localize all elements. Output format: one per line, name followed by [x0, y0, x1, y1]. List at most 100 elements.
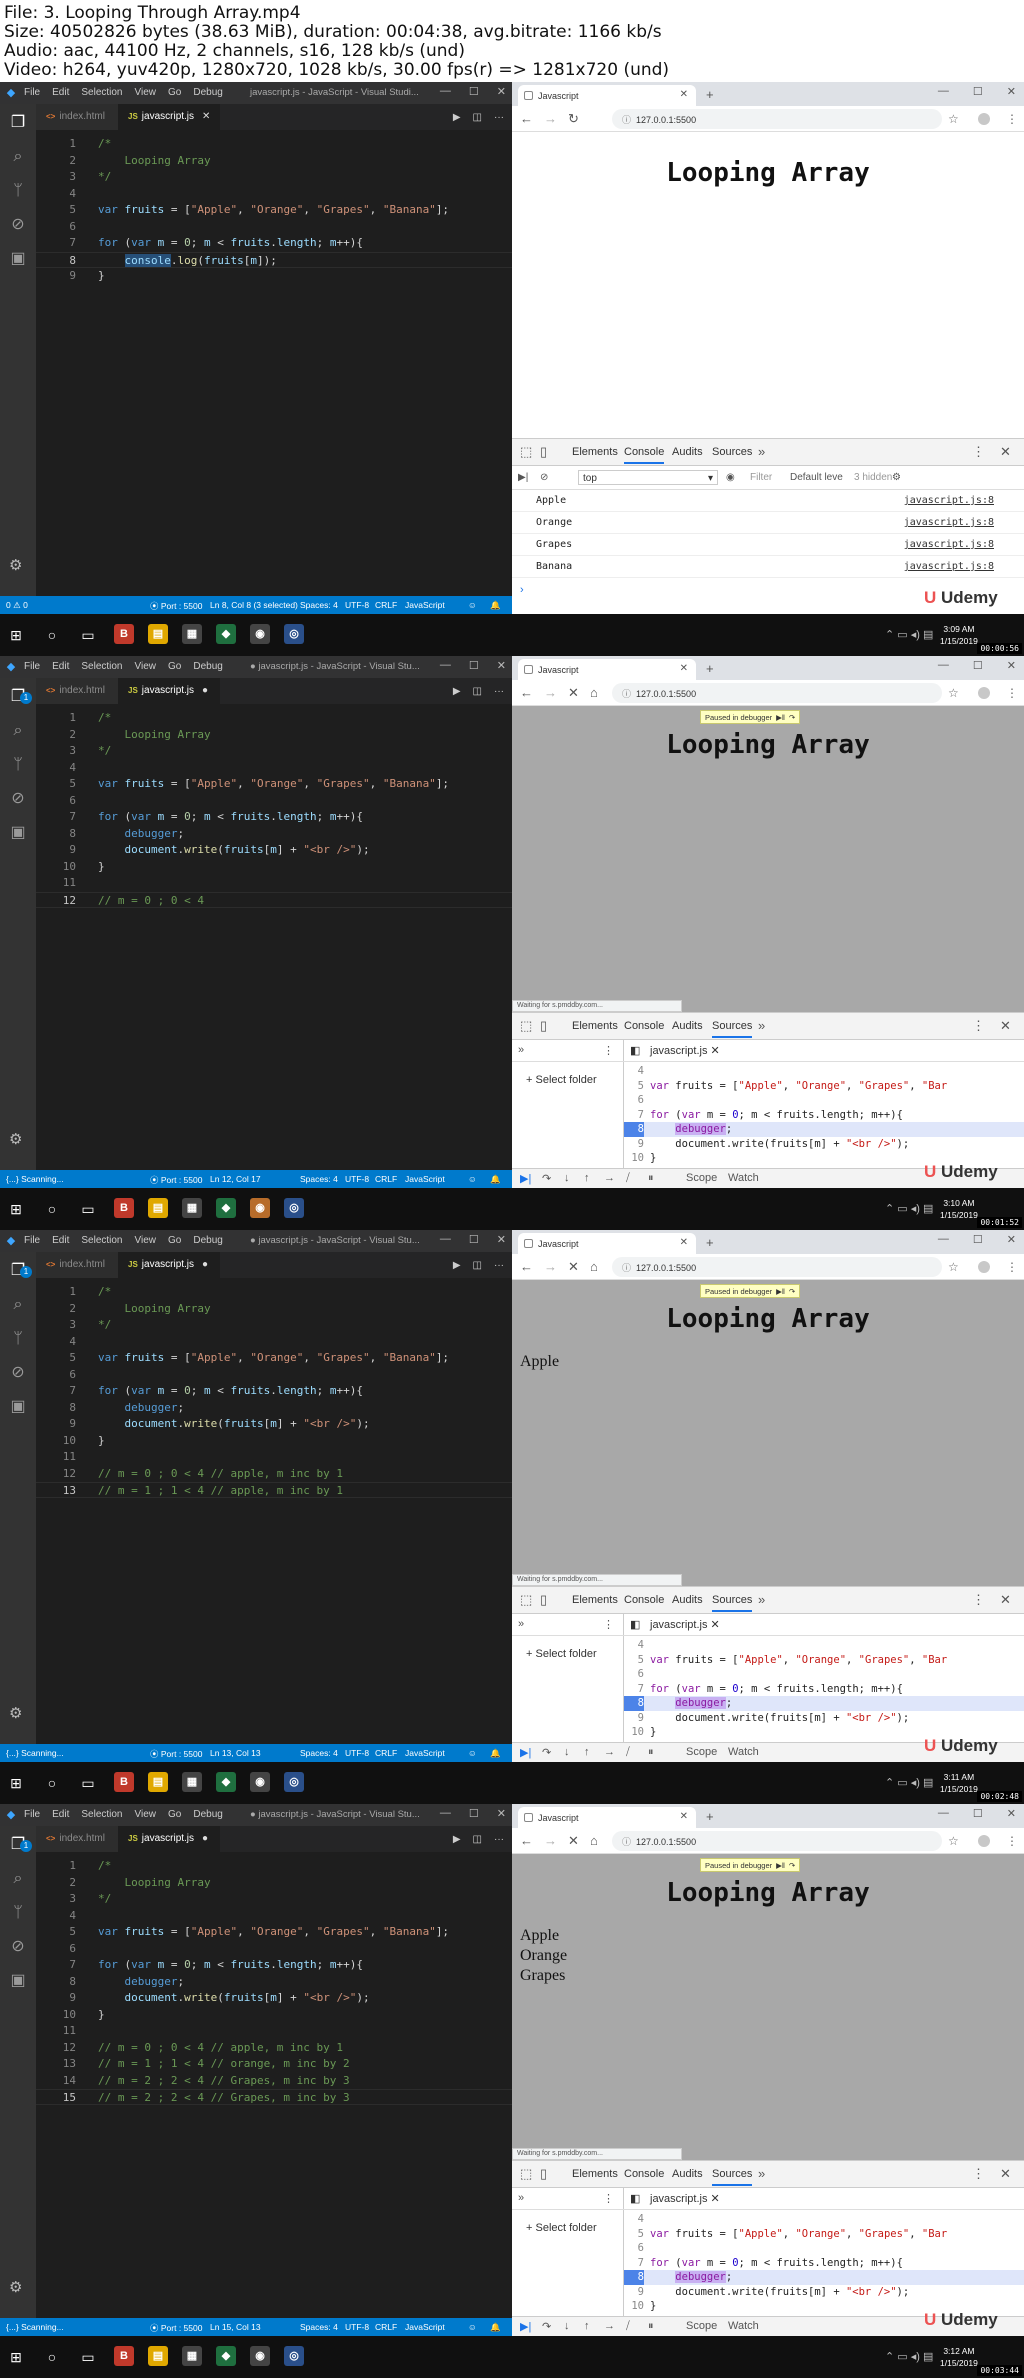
source-line-number[interactable]: 10 — [624, 2299, 644, 2314]
close-tab-icon[interactable]: ✕ — [680, 1811, 688, 1822]
menu-item[interactable]: File — [24, 1235, 40, 1246]
source-control-icon[interactable]: ᛘ — [9, 1330, 27, 1348]
navigator-more-icon[interactable]: » — [518, 1044, 524, 1056]
device-toolbar-icon[interactable]: ▯ — [540, 1018, 547, 1034]
devtools-tab[interactable]: Console — [624, 2168, 664, 2180]
navigator-menu-icon[interactable]: ⋮ — [603, 1618, 614, 1631]
file-explorer-icon[interactable]: ▤ — [148, 1772, 168, 1792]
code-line[interactable]: 7 for (var m = 0; m < fruits.length; m++)… — [36, 809, 512, 825]
code-line[interactable]: 1 /* — [36, 1858, 512, 1874]
close-icon[interactable]: ✕ — [497, 85, 506, 98]
forward-arrow-icon[interactable]: → — [544, 685, 557, 700]
app-icon[interactable]: ▦ — [182, 2346, 202, 2366]
close-devtools-icon[interactable]: ✕ — [1000, 1592, 1011, 1608]
step-icon[interactable]: → — [604, 1746, 615, 1758]
home-icon[interactable]: ⌂ — [590, 1833, 598, 1848]
more-actions-icon[interactable]: ··· — [494, 1834, 504, 1845]
minimize-icon[interactable]: — — [938, 1807, 949, 1820]
resume-icon[interactable]: ▶| — [520, 1172, 531, 1185]
bookmark-star-icon[interactable]: ☆ — [948, 112, 959, 126]
browser-tab[interactable]: Javascript ✕ — [518, 1807, 696, 1828]
code-line[interactable]: 14 // m = 2 ; 2 < 4 // Grapes, m inc by 3 — [36, 2073, 512, 2089]
devtools-tab[interactable]: Elements — [572, 1020, 618, 1032]
step-over-icon[interactable]: ↷ — [542, 1746, 551, 1759]
modified-dot-icon[interactable]: ● — [202, 685, 208, 696]
console-source-link[interactable]: javascript.js:8 — [904, 539, 994, 550]
more-actions-icon[interactable]: ··· — [494, 686, 504, 697]
smiley-icon[interactable]: ☺ — [468, 1748, 477, 1758]
modified-dot-icon[interactable]: ● — [202, 1833, 208, 1844]
status-port[interactable]: ⦿ Port : 5500 — [150, 1174, 202, 1186]
status-language[interactable]: JavaScript — [405, 1748, 445, 1758]
devtools-tab[interactable]: Console — [624, 446, 665, 464]
forward-arrow-icon[interactable]: → — [544, 111, 557, 126]
source-line-number[interactable]: 10 — [624, 1151, 644, 1166]
search-icon[interactable]: ⌕ — [9, 722, 27, 740]
source-line[interactable]: 5 var fruits = ["Apple", "Orange", "Grape… — [624, 1079, 1024, 1094]
close-tab-icon[interactable]: ✕ — [202, 111, 210, 122]
settings-gear-icon[interactable]: ⚙ — [9, 556, 22, 574]
cortana-search-icon[interactable]: ○ — [42, 1199, 62, 1219]
menu-item[interactable]: Edit — [52, 1809, 69, 1820]
code-line[interactable]: 10} — [36, 1433, 512, 1449]
windows-start-icon[interactable]: ⊞ — [6, 1199, 26, 1219]
source-line-number[interactable]: 5 — [624, 2227, 644, 2242]
source-line-number[interactable]: 5 — [624, 1079, 644, 1094]
close-icon[interactable]: ✕ — [497, 659, 506, 672]
devtools-tab[interactable]: Audits — [672, 1020, 703, 1032]
source-line-number[interactable]: 9 — [624, 1711, 644, 1726]
source-line[interactable]: 8 debugger; — [624, 2270, 1024, 2285]
menu-item[interactable]: Edit — [52, 87, 69, 98]
back-arrow-icon[interactable]: ← — [520, 111, 533, 126]
console-source-link[interactable]: javascript.js:8 — [904, 517, 994, 528]
back-arrow-icon[interactable]: ← — [520, 1259, 533, 1274]
close-tab-icon[interactable]: ✕ — [680, 89, 688, 100]
brave-app-icon[interactable]: B — [114, 624, 134, 644]
debug-icon[interactable]: ⊘ — [9, 1938, 27, 1956]
code-line[interactable]: 11 — [36, 875, 512, 891]
extensions-icon[interactable]: ▣ — [9, 1972, 27, 1990]
inspect-element-icon[interactable]: ⬚ — [520, 444, 532, 460]
code-line[interactable]: 2 Looping Array — [36, 153, 512, 169]
modified-dot-icon[interactable]: ● — [202, 1259, 208, 1270]
close-icon[interactable]: ✕ — [497, 1233, 506, 1246]
toggle-navigator-icon[interactable]: ◧ — [630, 1618, 640, 1631]
code-line[interactable]: 6 — [36, 793, 512, 809]
debug-icon[interactable]: ⊘ — [9, 790, 27, 808]
bell-icon[interactable]: 🔔 — [490, 600, 501, 611]
devtools-tab[interactable]: Audits — [672, 1594, 703, 1606]
code-line[interactable]: 4 — [36, 760, 512, 776]
close-icon[interactable]: ✕ — [1007, 659, 1016, 672]
split-editor-icon[interactable]: ◫ — [473, 686, 482, 697]
more-tabs-icon[interactable]: » — [758, 1018, 765, 1033]
source-line[interactable]: 4 — [624, 1638, 1024, 1653]
menu-item[interactable]: Selection — [81, 1235, 122, 1246]
split-editor-icon[interactable]: ◫ — [473, 1260, 482, 1271]
devtools-menu-icon[interactable]: ⋮ — [972, 2166, 985, 2182]
pause-on-exceptions-icon[interactable]: ⏸ — [648, 2320, 654, 2333]
taskbar-clock[interactable]: 3:10 AM 1/15/2019 — [940, 1197, 978, 1221]
navigator-menu-icon[interactable]: ⋮ — [603, 2192, 614, 2205]
home-icon[interactable]: ⌂ — [590, 685, 598, 700]
search-icon[interactable]: ⌕ — [9, 1870, 27, 1888]
minimize-icon[interactable]: — — [938, 1233, 949, 1246]
more-tabs-icon[interactable]: » — [758, 2166, 765, 2181]
new-tab-icon[interactable]: + — [706, 661, 714, 676]
home-icon[interactable]: ⌂ — [590, 1259, 598, 1274]
chrome-taskbar-icon[interactable]: ◉ — [250, 1198, 270, 1218]
maximize-icon[interactable]: ☐ — [469, 659, 479, 672]
task-view-icon[interactable]: ▭ — [78, 1773, 98, 1793]
settings-gear-icon[interactable]: ⚙ — [9, 1130, 22, 1148]
code-line[interactable]: 1 /* — [36, 1284, 512, 1300]
device-toolbar-icon[interactable]: ▯ — [540, 1592, 547, 1608]
log-level-select[interactable]: Default leve — [790, 472, 843, 483]
step-out-icon[interactable]: ↑ — [584, 1172, 590, 1184]
devtools-tab[interactable]: Sources — [712, 446, 752, 458]
status-spaces[interactable]: Spaces: 4 — [300, 1174, 338, 1184]
code-line[interactable]: 15 // m = 2 ; 2 < 4 // Grapes, m inc by 3 — [36, 2089, 512, 2105]
new-tab-icon[interactable]: + — [706, 87, 714, 102]
status-eol[interactable]: CRLF — [375, 1174, 397, 1184]
profile-avatar[interactable] — [978, 1261, 990, 1273]
chrome-taskbar-icon[interactable]: ◉ — [250, 2346, 270, 2366]
context-select[interactable]: top ▾ — [578, 470, 718, 485]
